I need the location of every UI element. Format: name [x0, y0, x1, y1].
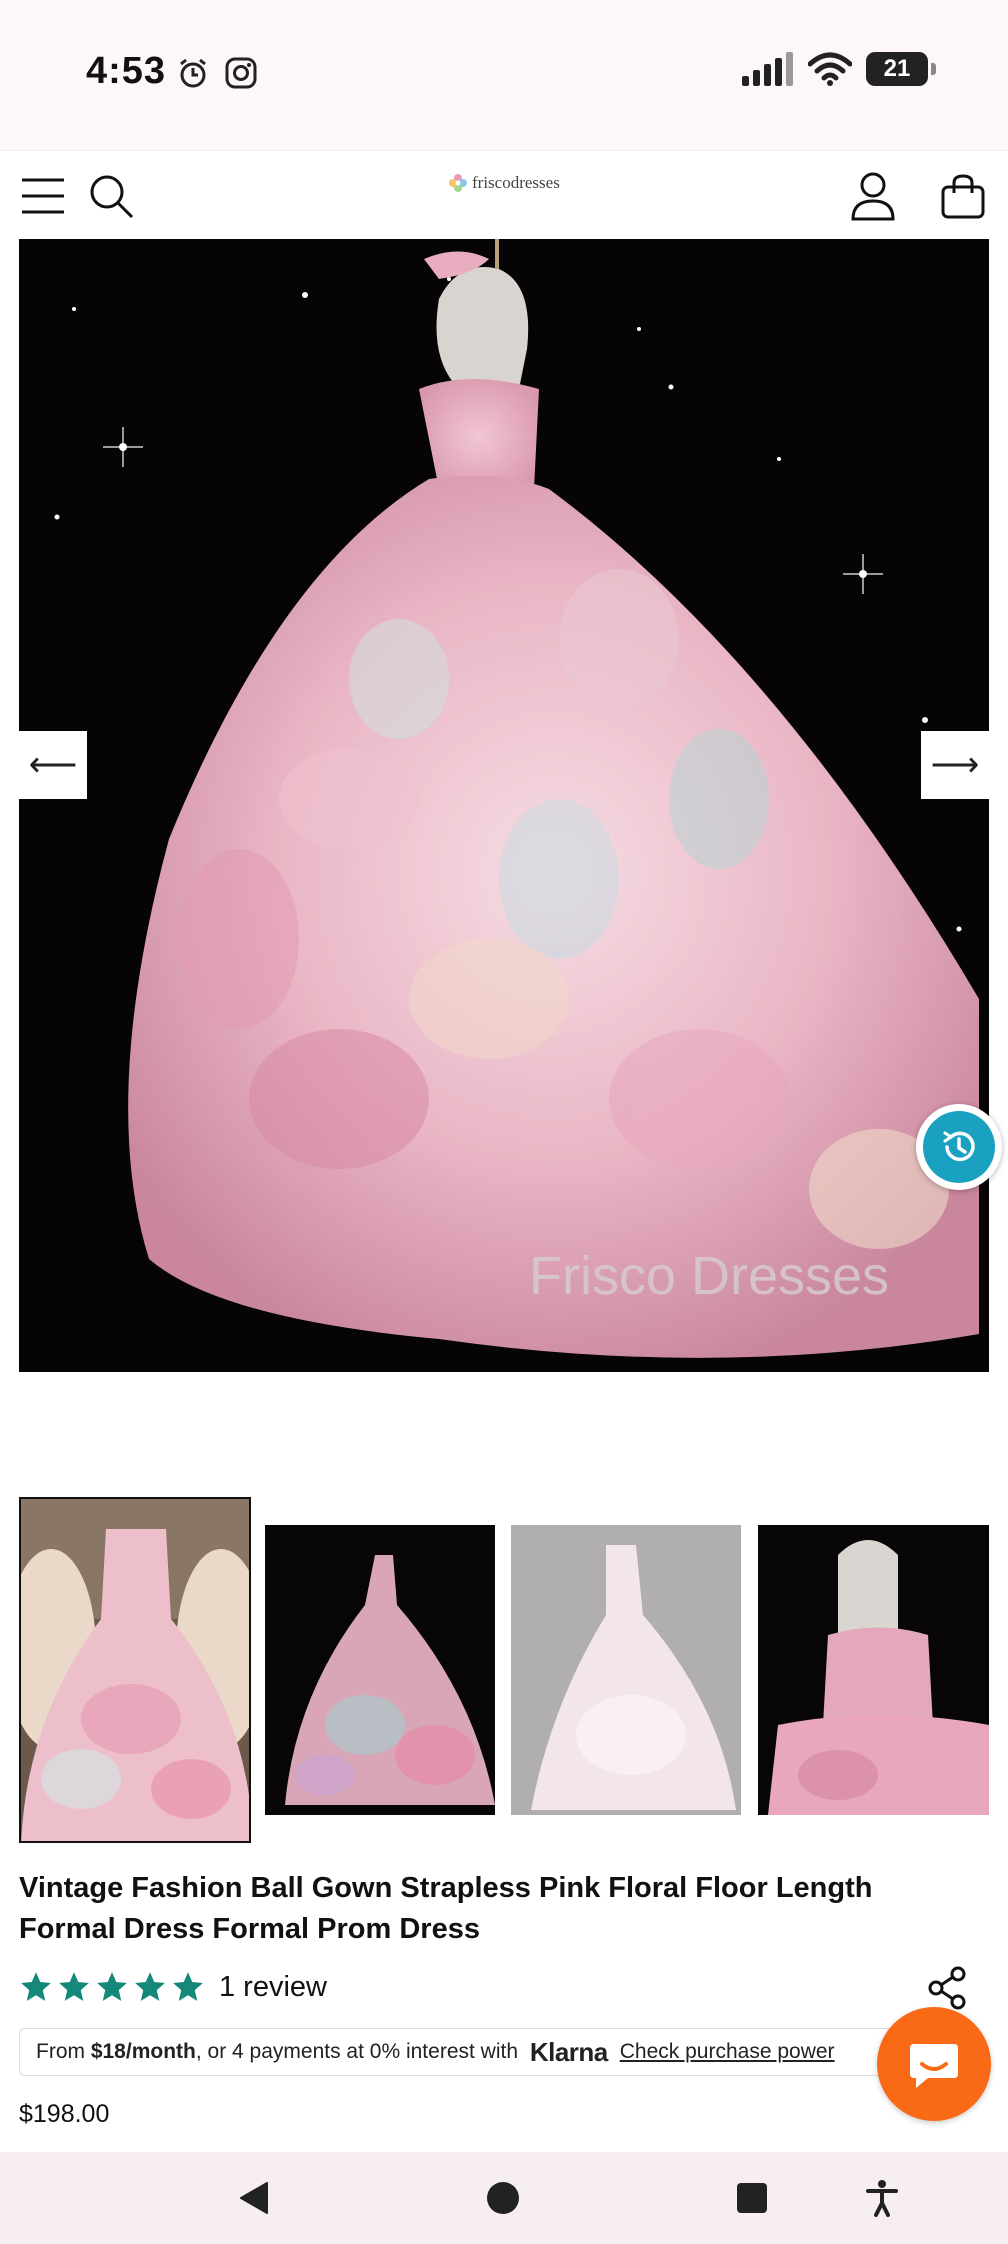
system-nav-bar [0, 2152, 1008, 2244]
account-button[interactable] [846, 169, 900, 223]
logo-text: friscodresses [472, 173, 560, 192]
wifi-icon [808, 52, 852, 86]
share-icon [928, 1966, 966, 2010]
star-icon [21, 1972, 51, 2001]
thumbnail-strip [19, 1497, 989, 1843]
product-price: $198.00 [19, 2100, 110, 2128]
home-circle-icon [487, 2182, 519, 2214]
cart-button[interactable] [936, 169, 990, 223]
site-header: friscodresses [0, 150, 1008, 241]
chat-icon [910, 2044, 958, 2088]
klarna-logo: Klarna [529, 2036, 608, 2067]
product-main-image[interactable]: Frisco Dresses [19, 239, 989, 1372]
menu-button[interactable] [16, 169, 70, 223]
accessibility-icon [866, 2180, 898, 2217]
nav-recents-button[interactable] [726, 2172, 778, 2224]
star-rating [19, 1970, 205, 2004]
share-button[interactable] [924, 1964, 972, 2012]
star-icon [135, 1972, 165, 2001]
recents-square-icon [737, 2183, 767, 2213]
hero-watermark: Frisco Dresses [529, 1246, 889, 1306]
signal-icon [742, 52, 793, 86]
status-bar: 4:53 21 [0, 0, 1008, 150]
site-logo[interactable]: friscodresses [448, 173, 560, 193]
history-icon [943, 1131, 975, 1162]
thumbnail-3[interactable] [511, 1525, 741, 1815]
clock: 4:53 [86, 50, 167, 92]
back-triangle-icon [240, 2182, 268, 2214]
cart-icon [941, 174, 985, 219]
review-count[interactable]: 1 review [219, 1971, 327, 2004]
star-icon [173, 1972, 203, 2001]
accessibility-button[interactable] [856, 2172, 908, 2224]
klarna-check-link[interactable]: Check purchase power [620, 2040, 835, 2064]
star-icon [59, 1972, 89, 2001]
arrow-left-icon: ⟵ [28, 746, 78, 784]
next-image-button[interactable]: ⟶ [921, 731, 989, 799]
gown-photo-thumb [511, 1525, 741, 1815]
klarna-prefix: From [36, 2040, 91, 2063]
flower-logo-icon [449, 174, 467, 192]
status-right-icons: 21 [742, 52, 936, 86]
thumbnail-1[interactable] [19, 1497, 251, 1843]
arrow-right-icon: ⟶ [930, 746, 980, 784]
nav-back-button[interactable] [228, 2172, 280, 2224]
search-button[interactable] [84, 169, 138, 223]
klarna-banner: From $18/month , or 4 payments at 0% int… [19, 2028, 979, 2076]
gown-photo-thumb [758, 1525, 989, 1815]
thumbnail-2[interactable] [265, 1525, 495, 1815]
menu-icon [22, 178, 64, 214]
star-icon [97, 1972, 127, 2001]
gown-photo-thumb [265, 1525, 495, 1815]
klarna-amount: $18/month [90, 2040, 196, 2063]
gown-photo-thumb [21, 1499, 249, 1841]
search-icon [90, 175, 134, 219]
rating-row[interactable]: 1 review [19, 1970, 327, 2004]
chat-button[interactable] [877, 2007, 991, 2121]
alarm-icon [180, 58, 206, 88]
battery-icon: 21 [866, 52, 936, 86]
ball-gown-photo: Frisco Dresses [19, 239, 989, 1372]
account-icon [851, 172, 895, 221]
recently-viewed-button[interactable] [916, 1104, 1002, 1190]
thumbnail-4[interactable] [758, 1525, 989, 1815]
prev-image-button[interactable]: ⟵ [19, 731, 87, 799]
klarna-middle: , or 4 payments at 0% interest with [195, 2040, 524, 2063]
nav-home-button[interactable] [477, 2172, 529, 2224]
product-title: Vintage Fashion Ball Gown Strapless Pink… [19, 1872, 873, 1945]
instagram-icon [225, 57, 257, 89]
